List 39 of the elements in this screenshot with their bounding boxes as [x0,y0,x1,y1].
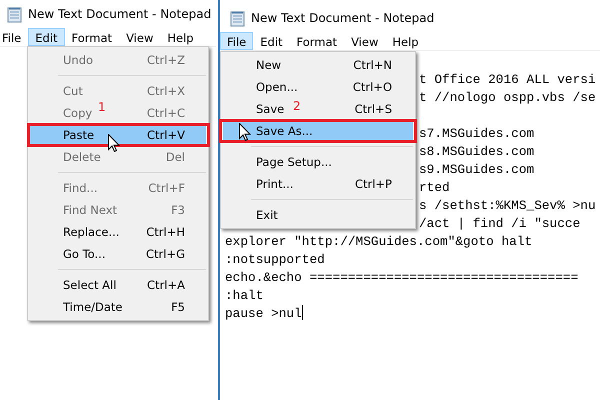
menu-bar-item[interactable]: Edit [28,28,65,46]
menu-item[interactable]: Replace... Ctrl+H [30,221,206,243]
menu-bar-item[interactable]: Edit [253,32,290,50]
code-line: s /sethst:%KMS_Sev% >nu [419,198,596,213]
code-line: :halt [225,288,264,303]
mouse-pointer-icon [239,123,251,141]
code-line: s9.MSGuides.com [419,162,534,177]
window-title: New Text Document - Notepad [251,11,434,25]
menu-bar-item[interactable]: View [344,32,386,50]
menu-bar-item[interactable]: File [220,32,254,50]
code-line: /act | find /i "succe [419,216,580,231]
notepad-icon [230,10,245,26]
menu-bar-item[interactable]: Help [385,32,426,50]
notepad-icon [7,6,22,22]
code-line: t //nologo ospp.vbs /se [419,90,596,105]
code-line: pause >nul [225,306,302,321]
menu-item[interactable]: Select All Ctrl+A [30,274,206,296]
menu-item[interactable]: Print... Ctrl+P [223,173,413,195]
code-line: explorer "http://MSGuides.com"&goto halt [225,234,532,249]
menu-item[interactable]: New Ctrl+N [223,54,413,76]
code-line: :notsupported [225,252,325,267]
menu-item[interactable]: Open... Ctrl+O [223,76,413,98]
code-line: rted [419,180,450,195]
menu-item[interactable]: Save 2 Ctrl+S [223,98,413,120]
menu-bar-item[interactable]: File [0,28,28,46]
menu-bar-item[interactable]: Help [160,28,201,46]
code-line: t Office 2016 ALL versi [419,72,596,87]
menu-bar-item[interactable]: View [119,28,160,46]
window-title: New Text Document - Notepad [28,7,212,21]
mouse-pointer-icon [108,134,120,152]
menu-item[interactable]: Page Setup... [223,151,413,173]
menu-bar-item[interactable]: Format [64,28,120,46]
menu-item[interactable]: Go To... Ctrl+G [30,243,206,265]
code-line: echo.&echo =================================== [225,270,578,285]
code-line: s8.MSGuides.com [419,144,534,159]
menu-item[interactable]: Time/Date F5 [30,296,206,318]
code-line: s7.MSGuides.com [419,126,534,141]
menu-bar-item[interactable]: Format [290,32,344,50]
menu-item[interactable]: Exit [223,204,413,226]
